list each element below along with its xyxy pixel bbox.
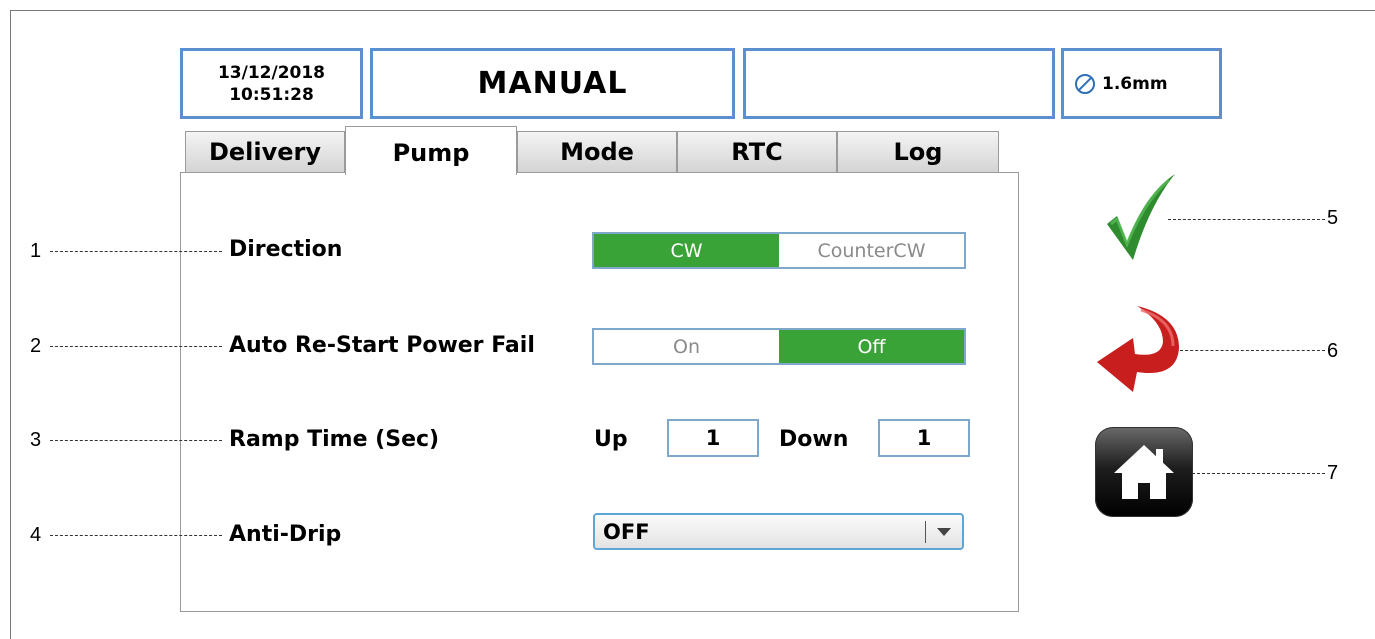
callout-number: 3 <box>30 429 42 451</box>
ramp-time-label: Ramp Time (Sec) <box>229 427 440 452</box>
direction-cw-option[interactable]: CW <box>594 234 779 267</box>
home-icon <box>1114 445 1174 499</box>
time-text: 10:51:28 <box>229 84 314 105</box>
anti-drip-select[interactable]: OFF <box>593 513 964 550</box>
tab-label: Mode <box>560 138 634 166</box>
ramp-down-input[interactable]: 1 <box>878 419 970 457</box>
nozzle-size-text: 1.6mm <box>1102 73 1168 94</box>
tab-label: Pump <box>392 139 470 167</box>
mode-display: MANUAL <box>370 48 735 119</box>
direction-counter-cw-option[interactable]: CounterCW <box>779 234 964 267</box>
caret-down-icon <box>926 527 962 537</box>
callout-leader-line <box>50 251 222 252</box>
tab-log[interactable]: Log <box>837 131 999 173</box>
callout-leader-line <box>50 440 222 441</box>
home-button[interactable] <box>1095 427 1193 517</box>
ramp-up-input[interactable]: 1 <box>667 419 759 457</box>
callout-number: 6 <box>1327 340 1339 362</box>
callout-leader-line <box>1168 219 1325 220</box>
direction-toggle: CW CounterCW <box>592 232 966 269</box>
tab-rtc[interactable]: RTC <box>677 131 837 173</box>
back-button[interactable] <box>1093 304 1185 394</box>
callout-leader-line <box>1180 350 1325 351</box>
callout-leader-line <box>50 535 222 536</box>
auto-restart-toggle: On Off <box>592 328 966 365</box>
tab-label: RTC <box>731 138 783 166</box>
message-display <box>743 48 1055 119</box>
tab-delivery[interactable]: Delivery <box>185 131 345 173</box>
no-symbol-icon <box>1074 73 1096 95</box>
callout-leader-line <box>1192 473 1325 474</box>
mode-text: MANUAL <box>477 66 628 101</box>
auto-restart-label: Auto Re-Start Power Fail <box>229 333 535 358</box>
date-text: 13/12/2018 <box>217 62 326 83</box>
ramp-up-label: Up <box>594 427 628 452</box>
callout-number: 2 <box>30 335 42 357</box>
callout-number: 4 <box>30 524 42 546</box>
confirm-button[interactable] <box>1105 172 1177 264</box>
direction-label: Direction <box>229 237 343 262</box>
anti-drip-value: OFF <box>603 519 650 544</box>
tab-label: Delivery <box>208 138 322 166</box>
ramp-down-label: Down <box>779 427 849 452</box>
callout-number: 5 <box>1327 207 1339 229</box>
date-time-display: 13/12/2018 10:51:28 <box>180 48 363 119</box>
callout-number: 1 <box>30 240 42 262</box>
callout-number: 7 <box>1327 462 1339 484</box>
anti-drip-label: Anti-Drip <box>229 522 342 547</box>
nozzle-size-display: 1.6mm <box>1061 48 1222 119</box>
auto-restart-off-option[interactable]: Off <box>779 330 964 363</box>
check-mark-icon <box>1107 174 1175 260</box>
callout-leader-line <box>50 346 222 347</box>
tab-mode[interactable]: Mode <box>517 131 677 173</box>
curved-back-arrow-icon <box>1097 306 1179 392</box>
auto-restart-on-option[interactable]: On <box>594 330 779 363</box>
tab-pump[interactable]: Pump <box>345 126 517 175</box>
tab-label: Log <box>893 138 943 166</box>
